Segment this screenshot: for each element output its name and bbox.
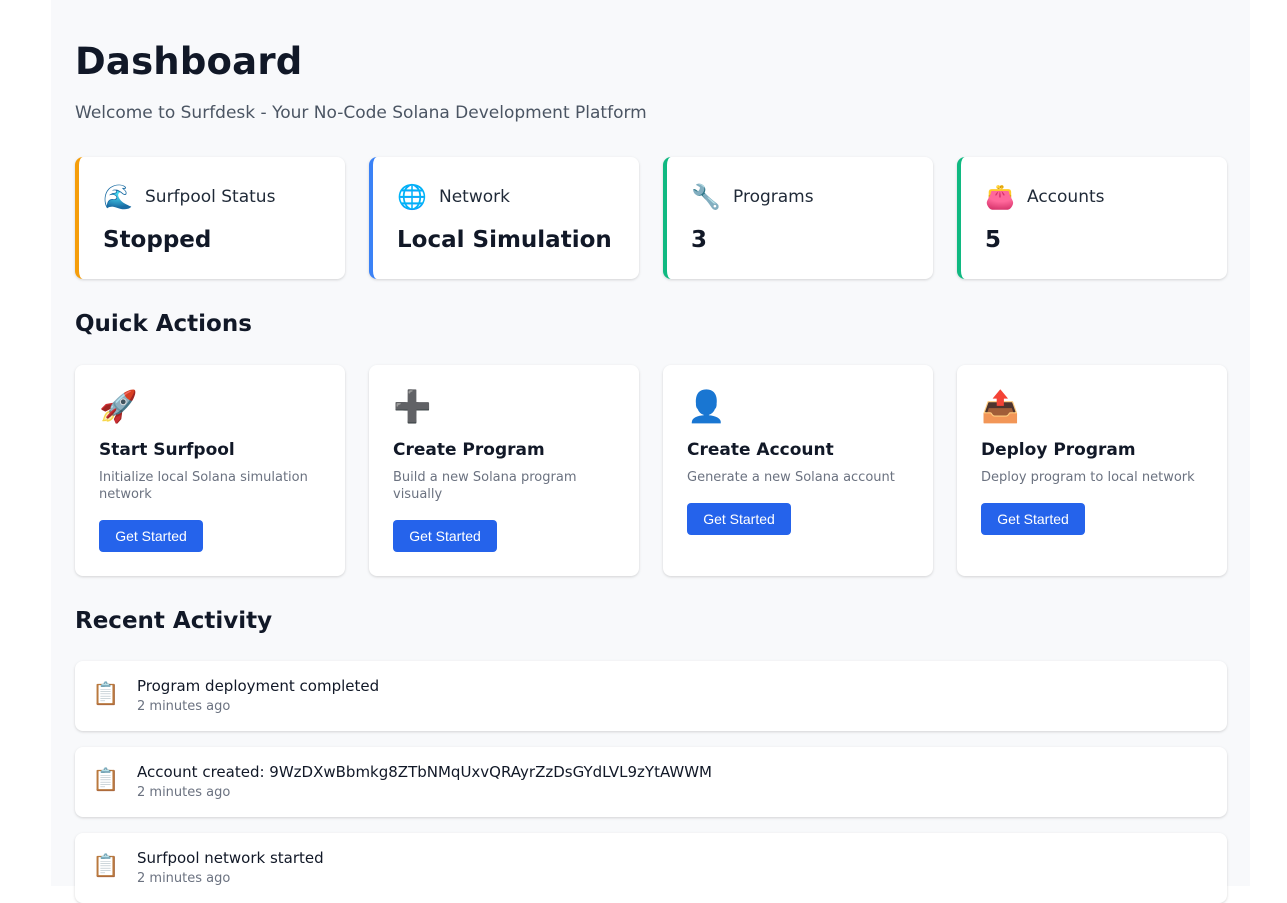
clipboard-icon: 📋 [92,768,120,793]
wrench-icon: 🔧 [691,183,721,211]
stat-card-network: 🌐 Network Local Simulation [369,157,639,279]
start-surfpool-button[interactable]: Get Started [99,520,203,552]
purse-icon: 👛 [985,183,1015,211]
stat-value: 5 [985,227,1002,253]
activity-title: Program deployment completed [137,677,380,695]
activity-title: Account created: 9WzDXwBbmkg8ZTbNMqUxvQR… [137,763,713,781]
dashboard-page: Dashboard Welcome to Surfdesk - Your No-… [51,0,1250,903]
stat-value: 3 [691,227,708,253]
globe-icon: 🌐 [397,183,427,211]
page-title: Dashboard [75,40,303,83]
activity-time: 2 minutes ago [137,785,231,800]
stat-label: Accounts [1027,187,1105,207]
plus-icon: ➕ [393,389,432,425]
action-card-deploy-program: 📤 Deploy Program Deploy program to local… [957,365,1227,576]
action-card-create-program: ➕ Create Program Build a new Solana prog… [369,365,639,576]
stat-label: Surfpool Status [145,187,276,207]
recent-activity-title: Recent Activity [75,608,273,634]
activity-item: 📋 Account created: 9WzDXwBbmkg8ZTbNMqUxv… [75,747,1227,817]
outbox-icon: 📤 [981,389,1020,425]
stats-row: 🌊 Surfpool Status Stopped 🌐 Network Loca… [75,157,1227,279]
deploy-program-button[interactable]: Get Started [981,503,1085,535]
activity-time: 2 minutes ago [137,871,231,886]
activity-item: 📋 Program deployment completed 2 minutes… [75,661,1227,731]
quick-actions-grid: 🚀 Start Surfpool Initialize local Solana… [75,365,1227,576]
action-title: Create Account [687,440,834,460]
stat-value: Local Simulation [397,227,612,253]
action-card-start-surfpool: 🚀 Start Surfpool Initialize local Solana… [75,365,345,576]
stat-label: Programs [733,187,814,207]
stat-card-accounts: 👛 Accounts 5 [957,157,1227,279]
rocket-icon: 🚀 [99,389,138,425]
action-description: Build a new Solana program visually [393,470,577,502]
stat-label: Network [439,187,510,207]
activity-title: Surfpool network started [137,849,324,867]
stat-value: Stopped [103,227,212,253]
page-subtitle: Welcome to Surfdesk - Your No-Code Solan… [75,103,647,123]
action-card-create-account: 👤 Create Account Generate a new Solana a… [663,365,933,576]
quick-actions-title: Quick Actions [75,311,252,337]
action-description: Initialize local Solana simulation netwo… [99,470,308,502]
stat-card-surfpool-status: 🌊 Surfpool Status Stopped [75,157,345,279]
wave-icon: 🌊 [103,183,133,211]
activity-item: 📋 Surfpool network started 2 minutes ago [75,833,1227,903]
action-title: Deploy Program [981,440,1136,460]
stat-card-programs: 🔧 Programs 3 [663,157,933,279]
action-title: Create Program [393,440,545,460]
action-description: Deploy program to local network [981,470,1195,485]
user-icon: 👤 [687,389,726,425]
action-title: Start Surfpool [99,440,235,460]
create-account-button[interactable]: Get Started [687,503,791,535]
action-description: Generate a new Solana account [687,470,895,485]
clipboard-icon: 📋 [92,682,120,707]
create-program-button[interactable]: Get Started [393,520,497,552]
clipboard-icon: 📋 [92,854,120,879]
activity-time: 2 minutes ago [137,699,231,714]
